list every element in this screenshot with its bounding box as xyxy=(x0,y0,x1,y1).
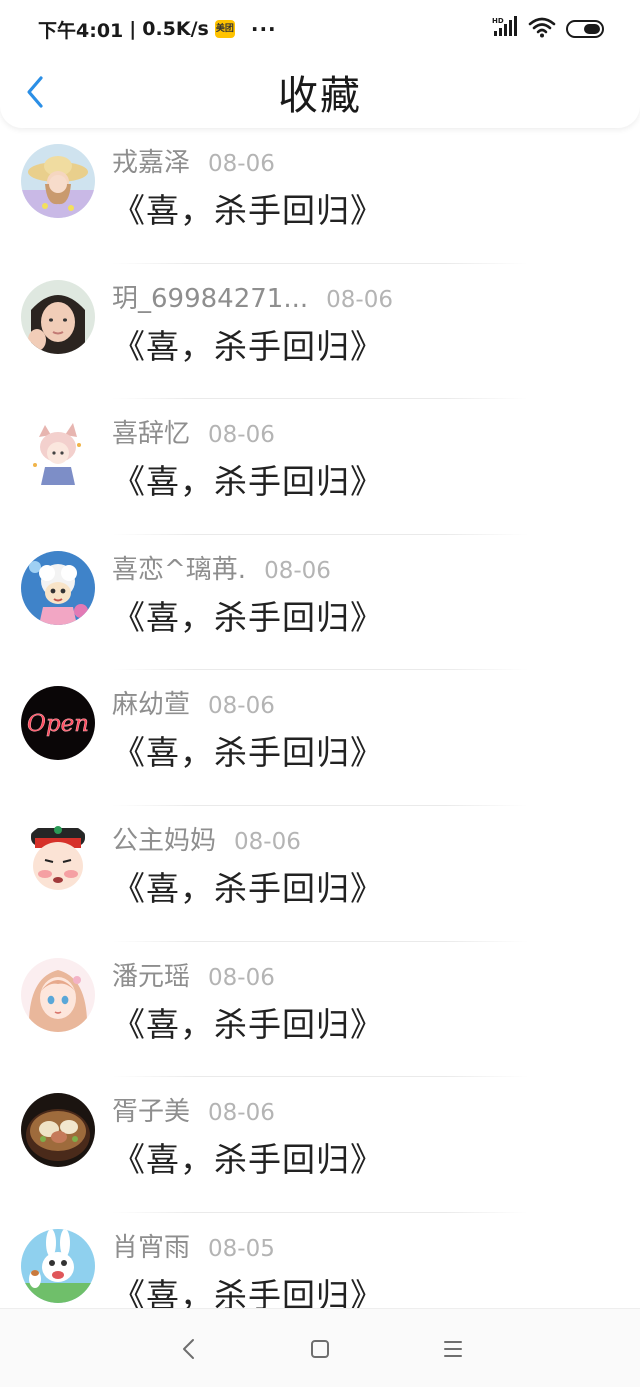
post-date: 08-06 xyxy=(208,964,275,991)
post-date: 08-06 xyxy=(208,693,275,720)
item-meta: 玥_69984271... 08-06 xyxy=(112,278,393,314)
post-date: 08-06 xyxy=(208,422,275,449)
item-title[interactable]: 《喜，杀手回归》 xyxy=(112,998,384,1046)
avatar[interactable] xyxy=(21,821,95,896)
list-item[interactable]: 胥子美 08-06 《喜，杀手回归》 xyxy=(0,1077,640,1213)
favorites-list: 戎嘉泽 08-06 《喜，杀手回归》 玥_69984271... 08-06 《… xyxy=(0,128,640,1308)
item-meta: 胥子美 08-06 xyxy=(112,1091,275,1127)
nav-back-button[interactable] xyxy=(169,1333,209,1365)
hd-signal-icon: HD xyxy=(492,16,518,42)
user-name[interactable]: 肖宵雨 xyxy=(112,1227,190,1264)
post-date: 08-05 xyxy=(208,1235,275,1262)
avatar[interactable] xyxy=(21,957,95,1032)
item-meta: 肖宵雨 08-05 xyxy=(112,1227,275,1263)
list-item[interactable]: 戎嘉泽 08-06 《喜，杀手回归》 xyxy=(0,128,640,264)
user-name[interactable]: 喜辞忆 xyxy=(112,413,190,450)
list-item[interactable]: 潘元瑶 08-06 《喜，杀手回归》 xyxy=(0,942,640,1078)
list-item[interactable]: 喜恋^璃苒. 08-06 《喜，杀手回归》 xyxy=(0,535,640,671)
home-square-icon xyxy=(311,1340,329,1358)
avatar[interactable]: Open xyxy=(21,686,95,761)
item-title[interactable]: 《喜，杀手回归》 xyxy=(112,862,384,910)
user-name[interactable]: 戎嘉泽 xyxy=(112,142,190,179)
status-bar: 下午4:01 | 0.5K/s 美团 ··· HD xyxy=(0,0,640,56)
item-title[interactable]: 《喜，杀手回归》 xyxy=(112,184,384,232)
avatar[interactable] xyxy=(21,279,95,354)
item-title[interactable]: 《喜，杀手回归》 xyxy=(112,591,384,639)
item-meta: 喜恋^璃苒. 08-06 xyxy=(112,549,331,585)
post-date: 08-06 xyxy=(326,286,393,313)
top-bar: 下午4:01 | 0.5K/s 美团 ··· HD 收藏 xyxy=(0,0,640,128)
avatar[interactable] xyxy=(21,144,95,218)
battery-icon xyxy=(566,20,604,38)
post-date: 08-06 xyxy=(208,151,275,177)
wifi-icon xyxy=(528,16,556,42)
user-name[interactable]: 喜恋^璃苒. xyxy=(112,549,246,586)
item-title[interactable]: 《喜，杀手回归》 xyxy=(112,320,384,368)
status-time: 下午4:01 xyxy=(38,19,124,42)
status-separator: | xyxy=(129,18,137,40)
user-name[interactable]: 胥子美 xyxy=(112,1091,190,1128)
favorites-screen: 下午4:01 | 0.5K/s 美团 ··· HD 收藏 戎嘉泽 08-06 《… xyxy=(0,0,640,1387)
avatar[interactable] xyxy=(21,1228,95,1303)
user-name[interactable]: 麻幼萱 xyxy=(112,684,190,721)
list-item[interactable]: 肖宵雨 08-05 《喜，杀手回归》 xyxy=(0,1213,640,1308)
meituan-app-badge: 美团 xyxy=(214,20,235,38)
list-item[interactable]: 玥_69984271... 08-06 《喜，杀手回归》 xyxy=(0,264,640,400)
list-item[interactable]: 喜辞忆 08-06 《喜，杀手回归》 xyxy=(0,399,640,535)
status-net-speed: 0.5K/s xyxy=(142,18,209,40)
system-nav-bar xyxy=(0,1308,640,1387)
back-triangle-icon xyxy=(183,1339,194,1359)
list-item[interactable]: Open 麻幼萱 08-06 《喜，杀手回归》 xyxy=(0,670,640,806)
more-notifications-icon: ··· xyxy=(250,17,277,41)
status-left: 下午4:01 | 0.5K/s 美团 ··· xyxy=(38,16,277,42)
nav-home-button[interactable] xyxy=(300,1333,340,1365)
avatar[interactable] xyxy=(21,550,95,625)
item-title[interactable]: 《喜，杀手回归》 xyxy=(112,455,384,503)
user-name[interactable]: 玥_69984271... xyxy=(112,278,308,315)
avatar[interactable] xyxy=(21,415,95,490)
user-name[interactable]: 公主妈妈 xyxy=(112,820,216,857)
item-meta: 喜辞忆 08-06 xyxy=(112,413,275,449)
post-date: 08-06 xyxy=(208,1100,275,1127)
menu-lines-icon xyxy=(444,1341,462,1357)
nav-menu-button[interactable] xyxy=(433,1333,473,1365)
item-title[interactable]: 《喜，杀手回归》 xyxy=(112,1269,384,1308)
post-date: 08-06 xyxy=(264,557,331,584)
item-meta: 戎嘉泽 08-06 xyxy=(112,142,275,178)
user-name[interactable]: 潘元瑶 xyxy=(112,956,190,993)
item-title[interactable]: 《喜，杀手回归》 xyxy=(112,726,384,774)
svg-text:HD: HD xyxy=(492,17,504,25)
status-right: HD xyxy=(492,16,604,42)
list-item[interactable]: 公主妈妈 08-06 《喜，杀手回归》 xyxy=(0,806,640,942)
avatar[interactable] xyxy=(21,1093,95,1168)
post-date: 08-06 xyxy=(234,828,301,855)
item-meta: 公主妈妈 08-06 xyxy=(112,820,301,856)
page-title: 收藏 xyxy=(278,73,362,119)
item-title[interactable]: 《喜，杀手回归》 xyxy=(112,1133,384,1181)
item-meta: 潘元瑶 08-06 xyxy=(112,956,275,992)
neon-open-sign: Open xyxy=(27,711,89,737)
header: 收藏 xyxy=(0,56,640,128)
item-meta: 麻幼萱 08-06 xyxy=(112,684,275,720)
